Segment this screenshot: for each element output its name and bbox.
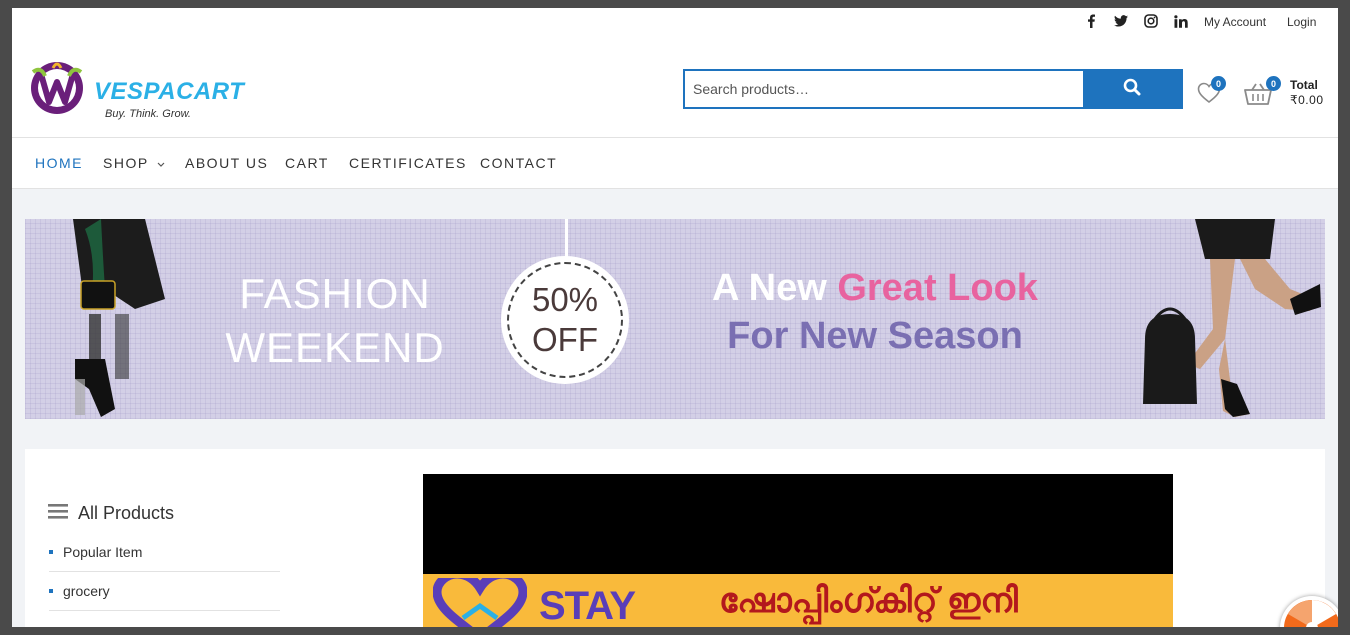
category-item-grocery[interactable]: grocery (49, 572, 280, 611)
my-account-link[interactable]: My Account (1204, 15, 1266, 29)
banner-model-left (73, 219, 165, 417)
basket-icon (1244, 83, 1272, 110)
nav-home[interactable]: HOME (35, 155, 83, 171)
stay-home-heart-icon (433, 578, 527, 627)
cart-total-value: ₹0.00 (1290, 93, 1324, 107)
headline-part-a: A New (712, 267, 838, 309)
bullet-icon (49, 589, 53, 593)
fashion-line2: WEEKEND (225, 324, 445, 371)
banner-subheadline: For New Season (727, 315, 1023, 357)
nav-shop-label: SHOP (103, 155, 149, 171)
category-label: grocery (63, 583, 110, 599)
fashion-line1: FASHION (239, 270, 431, 317)
nav-shop[interactable]: SHOP (103, 155, 165, 171)
content-section: All Products Popular Item grocery STAY ഷ… (25, 449, 1325, 627)
logo-tagline: Buy. Think. Grow. (105, 108, 191, 120)
stay-text: STAY (539, 584, 636, 627)
main-nav: HOME SHOP ABOUT US CART CERTIFICATES CON… (12, 138, 1338, 189)
chevron-down-icon (157, 155, 165, 171)
malayalam-promo-text: ഷോപ്പിംഗ്കിറ്റ് ഇനി (719, 582, 1018, 620)
logo-wordmark: VESPACART (94, 78, 245, 105)
search-input[interactable] (685, 71, 1083, 107)
wishlist-button[interactable]: 0 (1197, 76, 1226, 108)
all-products-header[interactable]: All Products (48, 503, 174, 524)
heart-icon (1197, 82, 1221, 108)
nav-certificates[interactable]: CERTIFICATES (349, 155, 467, 171)
promo-strip: STAY ഷോപ്പിംഗ്കിറ്റ് ഇനി (423, 574, 1173, 627)
nav-about-us[interactable]: ABOUT US (185, 155, 268, 171)
category-item-partial[interactable] (49, 611, 280, 627)
category-item-popular[interactable]: Popular Item (49, 533, 280, 572)
nav-cart[interactable]: CART (285, 155, 329, 171)
instagram-icon[interactable] (1142, 12, 1160, 30)
bullet-icon (49, 550, 53, 554)
cart-button[interactable]: 0 (1244, 76, 1281, 110)
fashion-banner[interactable]: FASHION WEEKEND 50% OFF A New Great Look… (25, 219, 1325, 419)
twitter-icon[interactable] (1112, 12, 1130, 30)
cart-count-badge: 0 (1266, 76, 1281, 91)
site-header: VESPACART Buy. Think. Grow. 0 0 Total ₹0… (12, 38, 1338, 138)
page-frame: My Account Login VESPACART Buy. Think. G… (12, 8, 1338, 627)
wishlist-count-badge: 0 (1211, 76, 1226, 91)
linkedin-icon[interactable] (1172, 12, 1190, 30)
headline-part-b: Great Look (837, 267, 1038, 309)
tag-string (565, 219, 568, 257)
login-link[interactable]: Login (1287, 15, 1316, 29)
all-products-title: All Products (78, 503, 175, 523)
banner-headline: A New Great Look (585, 267, 1165, 310)
nav-contact[interactable]: CONTACT (480, 155, 557, 171)
banner-model-right (1143, 219, 1321, 417)
promo-video[interactable]: STAY ഷോപ്പിംഗ്കിറ്റ് ഇനി (423, 474, 1173, 627)
category-label: Popular Item (63, 544, 143, 560)
facebook-icon[interactable] (1082, 12, 1100, 30)
top-bar: My Account Login (12, 8, 1338, 38)
search-button[interactable] (1083, 71, 1181, 107)
hamburger-menu-icon (48, 503, 68, 524)
search-icon (1123, 78, 1141, 101)
cart-total-label: Total (1290, 78, 1318, 92)
search-bar (683, 69, 1183, 109)
